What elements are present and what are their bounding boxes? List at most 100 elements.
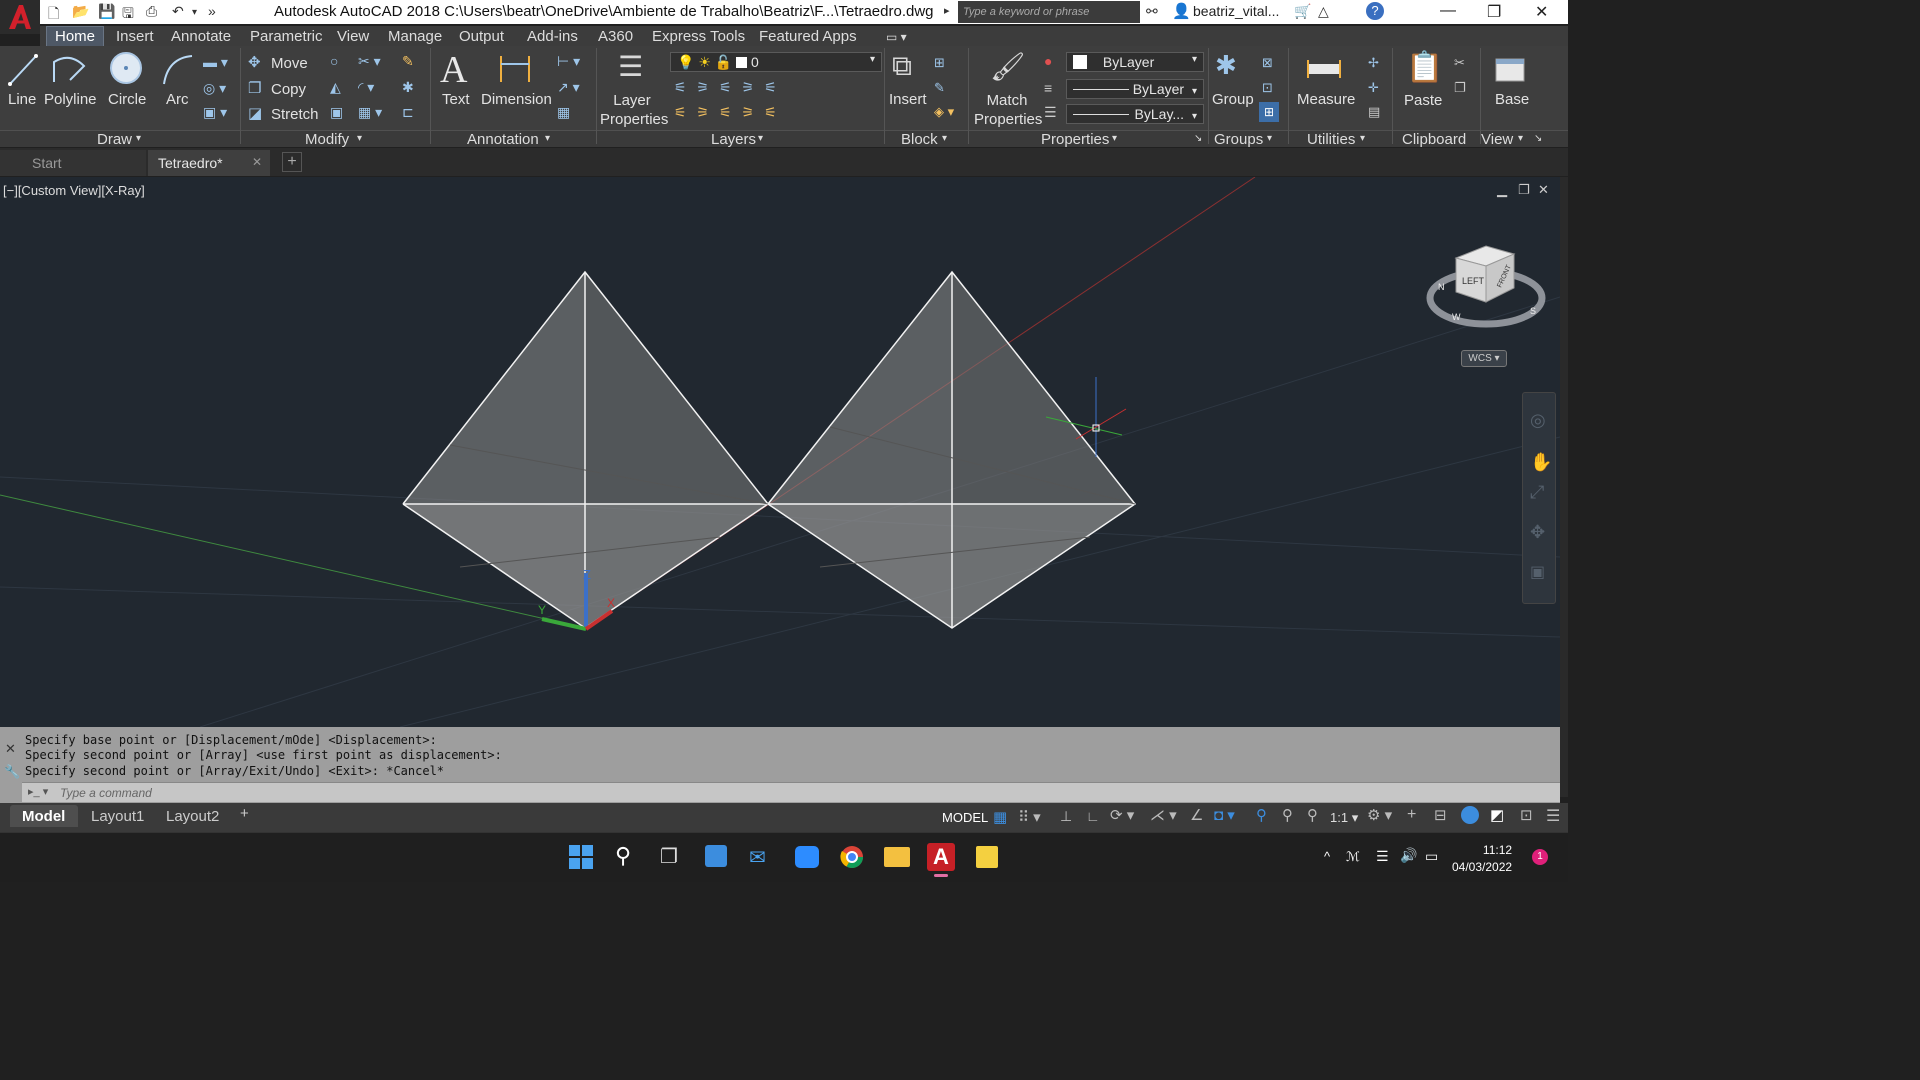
text-icon[interactable]: A — [440, 48, 467, 92]
annotation-scale-dropdown[interactable]: 1:1 ▾ — [1330, 810, 1358, 826]
tray-app-icon[interactable]: ℳ — [1346, 849, 1360, 865]
match-properties-button[interactable]: Match Properties — [974, 91, 1042, 129]
close-command-icon[interactable]: ✕ — [5, 741, 16, 757]
move-button[interactable]: Move — [271, 55, 308, 72]
tab-express-tools[interactable]: Express Tools — [652, 28, 745, 45]
user-name[interactable]: beatriz_vital... — [1193, 3, 1279, 19]
layer-properties-button[interactable]: Layer Properties — [600, 91, 668, 129]
view-panel-label[interactable]: View — [1481, 131, 1513, 148]
layer-dropdown[interactable]: 💡 ☀ 🔓 0 ▾ — [670, 52, 882, 72]
battery-icon[interactable]: ▭ — [1425, 848, 1438, 865]
groups-panel-label[interactable]: Groups — [1214, 131, 1263, 148]
rotate-icon[interactable]: ○ — [330, 53, 338, 69]
edit-block-icon[interactable]: ✎ — [934, 80, 945, 96]
calculator-icon[interactable]: ▤ — [1368, 104, 1380, 120]
viewport-controls-label[interactable]: [−][Custom View][X-Ray] — [3, 183, 145, 198]
measure-button[interactable]: Measure — [1297, 91, 1355, 108]
linetype-dropdown[interactable]: ByLayer ▾ — [1066, 79, 1204, 99]
tab-insert[interactable]: Insert — [116, 28, 154, 45]
polyline-button[interactable]: Polyline — [44, 91, 97, 108]
grid-icon[interactable]: ▦ — [993, 808, 1007, 826]
layout-tab-layout2[interactable]: Layout2 — [166, 808, 219, 825]
table-icon[interactable]: ▦ — [557, 104, 570, 121]
viewcube[interactable]: LEFT FRONT N W S — [1426, 240, 1548, 332]
add-layout-icon[interactable]: + — [240, 805, 249, 822]
fillet-icon[interactable]: ◜ ▾ — [358, 79, 374, 96]
text-button[interactable]: Text — [442, 91, 470, 108]
draw-panel-label[interactable]: Draw — [97, 131, 132, 148]
draw-panel-dropdown-icon[interactable]: ▾ — [136, 133, 141, 144]
properties-panel-label[interactable]: Properties — [1041, 131, 1109, 148]
hatch-icon[interactable]: ◎ ▾ — [203, 80, 226, 97]
tab-view[interactable]: View — [337, 28, 369, 45]
tab-home[interactable]: Home — [55, 28, 95, 45]
offset-icon[interactable]: ⊏ — [402, 104, 414, 121]
line-icon[interactable] — [6, 52, 38, 88]
create-block-icon[interactable]: ⊞ — [934, 55, 945, 71]
polyline-icon[interactable] — [50, 52, 88, 88]
view-panel-dropdown-icon[interactable]: ▾ — [1518, 133, 1523, 144]
file-explorer-icon[interactable] — [884, 847, 910, 867]
viewport-minimize-icon[interactable]: ▁ — [1497, 182, 1507, 198]
annotation-scale-icon[interactable]: ⚲ — [1307, 806, 1318, 824]
isodraft-icon[interactable]: ⋌ ▾ — [1150, 806, 1177, 824]
tetrahedron-right[interactable] — [767, 270, 1137, 629]
insert-button[interactable]: Insert — [889, 91, 927, 108]
notification-badge-icon[interactable]: 1 — [1532, 849, 1548, 865]
widgets-icon[interactable] — [705, 845, 727, 867]
undo-dropdown-icon[interactable]: ▾ — [192, 7, 197, 18]
task-view-icon[interactable]: ❐ — [660, 844, 678, 869]
paste-button[interactable]: Paste — [1404, 92, 1442, 109]
tab-tetraedro[interactable]: Tetraedro* ✕ — [148, 150, 270, 176]
id-point-icon[interactable]: ✢ — [1368, 55, 1379, 71]
drawing-canvas[interactable]: Z Y X — [0, 177, 1560, 727]
utilities-panel-label[interactable]: Utilities — [1307, 131, 1355, 148]
groups-panel-dropdown-icon[interactable]: ▾ — [1267, 133, 1272, 144]
autocad-logo-icon[interactable] — [0, 0, 40, 34]
cut-icon[interactable]: ✂ — [1454, 55, 1465, 71]
arc-icon[interactable] — [160, 52, 194, 88]
dimension-icon[interactable] — [497, 52, 533, 86]
chrome-icon[interactable] — [840, 845, 864, 869]
pan-icon[interactable]: ✋ — [1530, 452, 1552, 473]
close-icon[interactable]: ✕ — [1535, 2, 1548, 22]
restore-icon[interactable]: ❐ — [1487, 2, 1501, 22]
new-icon[interactable]: 🗋 — [48, 3, 59, 27]
viewport-close-icon[interactable]: ✕ — [1538, 182, 1549, 198]
print-icon[interactable]: ⎙ — [146, 3, 157, 20]
polar-icon[interactable]: ⟳ ▾ — [1110, 806, 1134, 824]
binoculars-icon[interactable]: ⚯ — [1146, 3, 1158, 20]
user-icon[interactable]: 👤 — [1172, 2, 1191, 20]
arc-button[interactable]: Arc — [166, 91, 189, 108]
tab-start[interactable]: Start — [0, 150, 146, 176]
hardware-acceleration-icon[interactable]: ◩ — [1490, 806, 1504, 824]
zoom-extents-icon[interactable]: ⤢ — [1530, 482, 1544, 503]
right-scroll-strip[interactable] — [1560, 177, 1568, 797]
showmotion-icon[interactable]: ▣ — [1530, 562, 1545, 582]
mail-icon[interactable]: ✉ — [749, 845, 766, 870]
new-tab-icon[interactable]: + — [282, 152, 302, 172]
ribbon-toggle-icon[interactable]: ▭ ▾ — [886, 30, 907, 44]
model-space-button[interactable]: MODEL — [942, 810, 988, 825]
tab-add-ins[interactable]: Add-ins — [527, 28, 578, 45]
system-clock[interactable]: 11:12 04/03/2022 — [1452, 842, 1512, 876]
group-edit-icon[interactable]: ⊡ — [1262, 80, 1273, 96]
match-properties-icon[interactable]: 🖌 — [990, 50, 1026, 83]
annotation-autoscale-icon[interactable]: ⚲ — [1282, 806, 1293, 824]
base-view-icon[interactable] — [1495, 58, 1525, 82]
stretch-button[interactable]: Stretch — [271, 106, 319, 123]
dimension-button[interactable]: Dimension — [481, 91, 552, 108]
undo-icon[interactable]: ↶ — [172, 3, 184, 20]
workspace-gear-icon[interactable]: ⚙ ▾ — [1367, 806, 1392, 824]
insert-block-icon[interactable]: ⧉ — [892, 50, 912, 83]
group-selection-icon[interactable]: ⊞ — [1259, 102, 1279, 122]
osnap-icon[interactable]: ◘ ▾ — [1214, 806, 1235, 824]
layers-panel-label[interactable]: Layers — [711, 131, 756, 148]
save-icon[interactable]: 💾 — [98, 3, 115, 20]
tab-output[interactable]: Output — [459, 28, 504, 45]
wifi-icon[interactable]: ☰ — [1376, 848, 1389, 865]
linetype-icon[interactable]: ☰ — [1044, 104, 1057, 121]
zoom-app-icon[interactable] — [795, 846, 819, 868]
ungroup-icon[interactable]: ⊠ — [1262, 55, 1273, 71]
viewport-restore-icon[interactable]: ❐ — [1518, 182, 1530, 198]
